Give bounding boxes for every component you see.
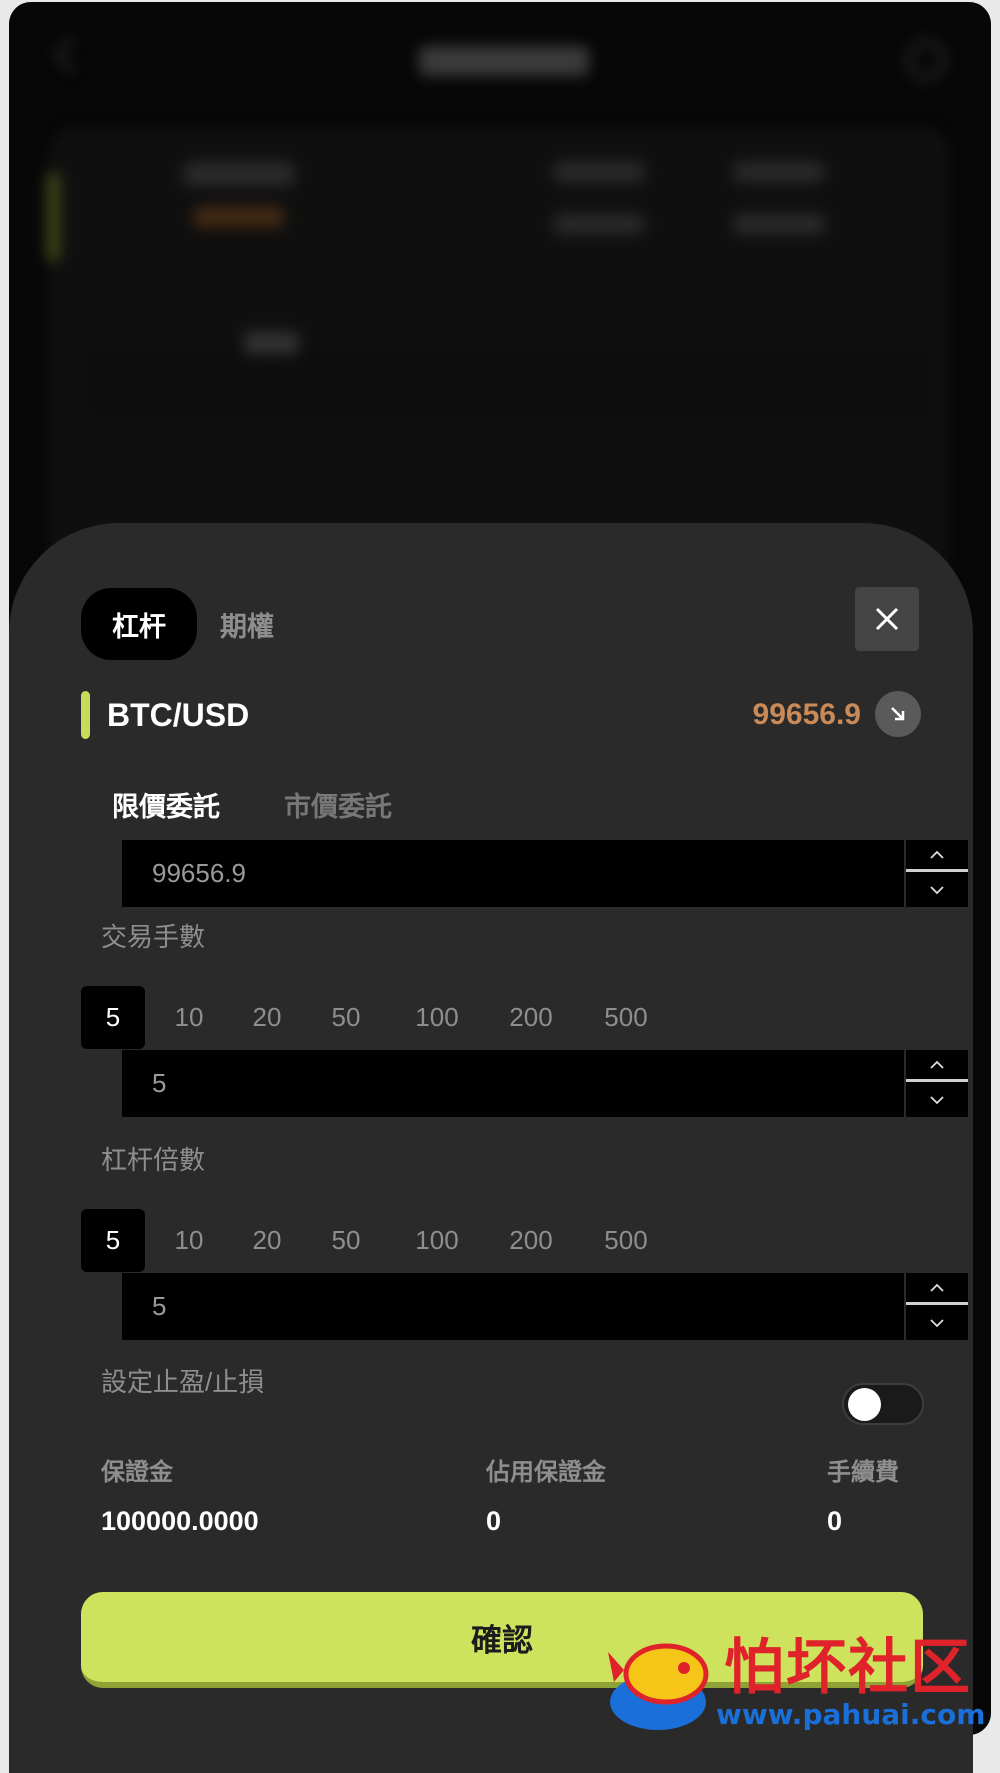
lots-option-5[interactable]: 5 [81, 986, 145, 1049]
lots-option-10[interactable]: 10 [161, 986, 217, 1049]
margin-label: 保證金 [101, 1459, 173, 1486]
leverage-label: 杠杆倍數 [101, 1145, 206, 1175]
lots-input[interactable] [122, 1050, 902, 1117]
close-icon [875, 607, 899, 631]
price-decrement-button[interactable] [906, 874, 968, 906]
chevron-down-icon [930, 1319, 944, 1328]
used-margin-value: 0 [486, 1506, 502, 1536]
pair-price: 99656.9 [752, 698, 861, 731]
margin-value: 100000.0000 [101, 1506, 259, 1536]
leverage-field [122, 1273, 968, 1340]
leverage-option-100[interactable]: 100 [404, 1209, 470, 1272]
pair-accent-bar [81, 691, 90, 739]
watermark-logo: 怕坏社区 www.pahuai.com [606, 1630, 986, 1735]
fee-value: 0 [827, 1506, 843, 1536]
used-margin-label: 佔用保證金 [486, 1459, 606, 1486]
lots-stepper [904, 1050, 968, 1117]
close-button[interactable] [855, 587, 919, 651]
lots-option-50[interactable]: 50 [318, 986, 374, 1049]
price-input[interactable] [122, 840, 902, 907]
chevron-down-icon [930, 886, 944, 895]
tab-limit-order[interactable]: 限價委託 [112, 787, 220, 827]
tab-options[interactable]: 期權 [205, 588, 289, 660]
lots-decrement-button[interactable] [906, 1084, 968, 1116]
price-stepper [904, 840, 968, 907]
watermark-text: 怕坏社区 [724, 1633, 972, 1703]
fee-label: 手續費 [827, 1459, 899, 1486]
lots-label: 交易手數 [101, 922, 206, 952]
pair-name: BTC/USD [107, 697, 250, 733]
leverage-option-50[interactable]: 50 [318, 1209, 374, 1272]
price-field [122, 840, 968, 907]
leverage-option-5[interactable]: 5 [81, 1209, 145, 1272]
leverage-option-200[interactable]: 200 [498, 1209, 564, 1272]
arrow-down-right-icon [891, 707, 905, 721]
leverage-stepper [904, 1273, 968, 1340]
lots-field [122, 1050, 968, 1117]
lots-option-100[interactable]: 100 [404, 986, 470, 1049]
chevron-up-icon [930, 1060, 944, 1069]
lots-increment-button[interactable] [906, 1050, 968, 1082]
watermark-url: www.pahuai.com [716, 1698, 986, 1731]
tab-market-order[interactable]: 市價委託 [284, 787, 392, 827]
chevron-down-icon [930, 1096, 944, 1105]
fish-logo-icon [608, 1643, 709, 1730]
chevron-up-icon [930, 1283, 944, 1292]
tab-leverage[interactable]: 杠杆 [81, 588, 197, 660]
leverage-option-20[interactable]: 20 [239, 1209, 295, 1272]
trade-sheet: 杠杆 期權 BTC/USD 99656.9 限價委託 市價委託 交易手數 5 1… [9, 523, 973, 1773]
tp-sl-toggle[interactable] [842, 1383, 924, 1425]
leverage-option-10[interactable]: 10 [161, 1209, 217, 1272]
tp-sl-label: 設定止盈/止損 [101, 1367, 265, 1397]
leverage-increment-button[interactable] [906, 1273, 968, 1305]
trend-button[interactable] [875, 691, 921, 737]
leverage-input[interactable] [122, 1273, 902, 1340]
lots-option-500[interactable]: 500 [593, 986, 659, 1049]
toggle-knob [848, 1388, 881, 1421]
leverage-option-500[interactable]: 500 [593, 1209, 659, 1272]
lots-option-200[interactable]: 200 [498, 986, 564, 1049]
leverage-decrement-button[interactable] [906, 1307, 968, 1339]
lots-option-20[interactable]: 20 [239, 986, 295, 1049]
chevron-up-icon [930, 850, 944, 859]
price-increment-button[interactable] [906, 840, 968, 872]
